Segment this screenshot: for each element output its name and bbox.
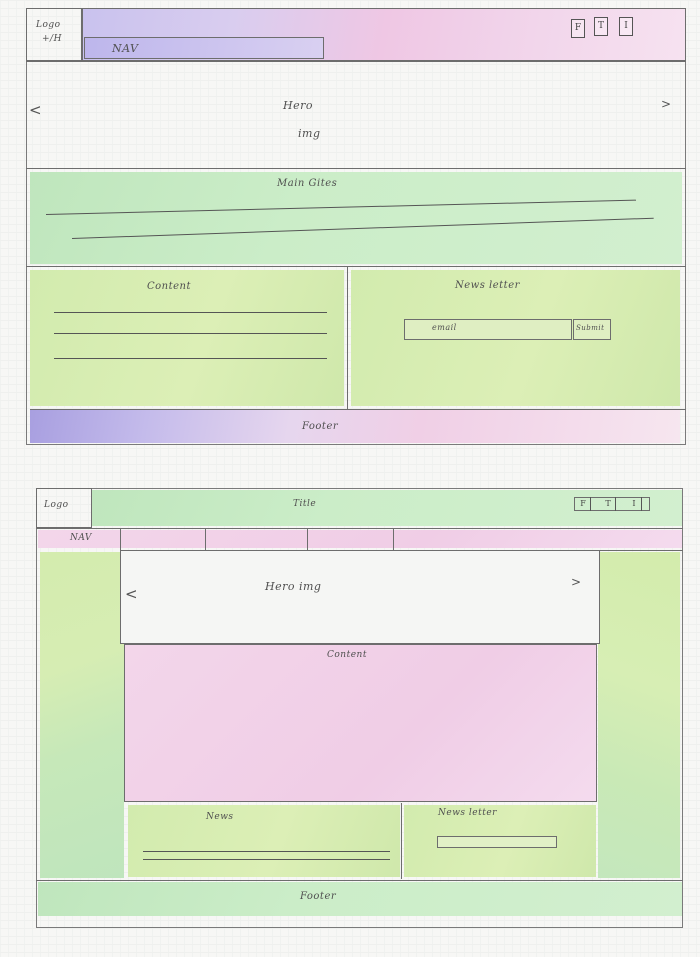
instagram-icon[interactable]: I: [619, 17, 633, 36]
hero-divider: [26, 168, 686, 169]
hero-next-arrow-icon-2[interactable]: >: [571, 575, 581, 589]
content-label: Content: [147, 281, 192, 292]
nav-sep-1: [120, 528, 121, 552]
logo-label-2: Logo: [44, 500, 69, 510]
main-divider: [26, 266, 686, 267]
newsletter-label-2: News letter: [438, 808, 497, 818]
facebook-icon-2[interactable]: F: [576, 497, 591, 511]
hero-image-label: Hero img: [265, 580, 322, 593]
footer-bar-2: [38, 882, 682, 916]
right-sidebar: [598, 552, 680, 878]
email-input[interactable]: [404, 319, 572, 340]
logo-sub-label: +/H: [42, 34, 62, 44]
left-sidebar: [40, 552, 124, 878]
content-divider: [347, 266, 348, 410]
nav-sep-3: [307, 528, 308, 552]
email-input-2[interactable]: [437, 836, 557, 848]
nav-sep-2: [205, 528, 206, 552]
content-text-line-3: [54, 358, 327, 359]
nav-label: NAV: [112, 42, 139, 55]
newsletter-label: News letter: [455, 280, 520, 291]
nav-bar-2[interactable]: [38, 530, 682, 548]
main-section: [30, 172, 682, 264]
hero-sub-label: img: [298, 127, 321, 140]
content-text-line-2: [54, 333, 327, 334]
hero-prev-arrow-icon-2[interactable]: <: [125, 585, 138, 603]
nav-sep-4: [393, 528, 394, 552]
hero-prev-arrow-icon[interactable]: <: [29, 101, 42, 119]
submit-label: Submit: [576, 324, 605, 332]
content-label-2: Content: [327, 650, 367, 660]
news-text-line-2: [143, 859, 390, 860]
instagram-icon-2[interactable]: I: [627, 497, 642, 511]
footer-divider-2: [36, 880, 683, 881]
twitter-icon-2[interactable]: T: [601, 497, 616, 511]
footer-label-2: Footer: [300, 891, 337, 902]
hero-image-box: [120, 550, 600, 644]
title-label: Title: [293, 499, 317, 509]
hero-label: Hero: [283, 99, 313, 112]
nav-label-2: NAV: [70, 533, 92, 543]
header-divider: [26, 61, 686, 62]
hero-next-arrow-icon[interactable]: >: [661, 97, 671, 111]
email-placeholder: email: [432, 323, 457, 332]
twitter-icon[interactable]: T: [594, 17, 608, 36]
content-section-2: [124, 644, 597, 802]
news-text-line-1: [143, 851, 390, 852]
footer-label: Footer: [302, 421, 339, 432]
header-divider-2: [36, 528, 683, 529]
news-divider: [401, 803, 402, 879]
footer-bar: [30, 410, 680, 443]
facebook-icon[interactable]: F: [571, 19, 585, 38]
news-section: [128, 805, 400, 877]
news-label: News: [206, 812, 234, 822]
main-label: Main Gites: [277, 178, 338, 189]
content-text-line-1: [54, 312, 327, 313]
logo-label: Logo: [36, 20, 61, 30]
